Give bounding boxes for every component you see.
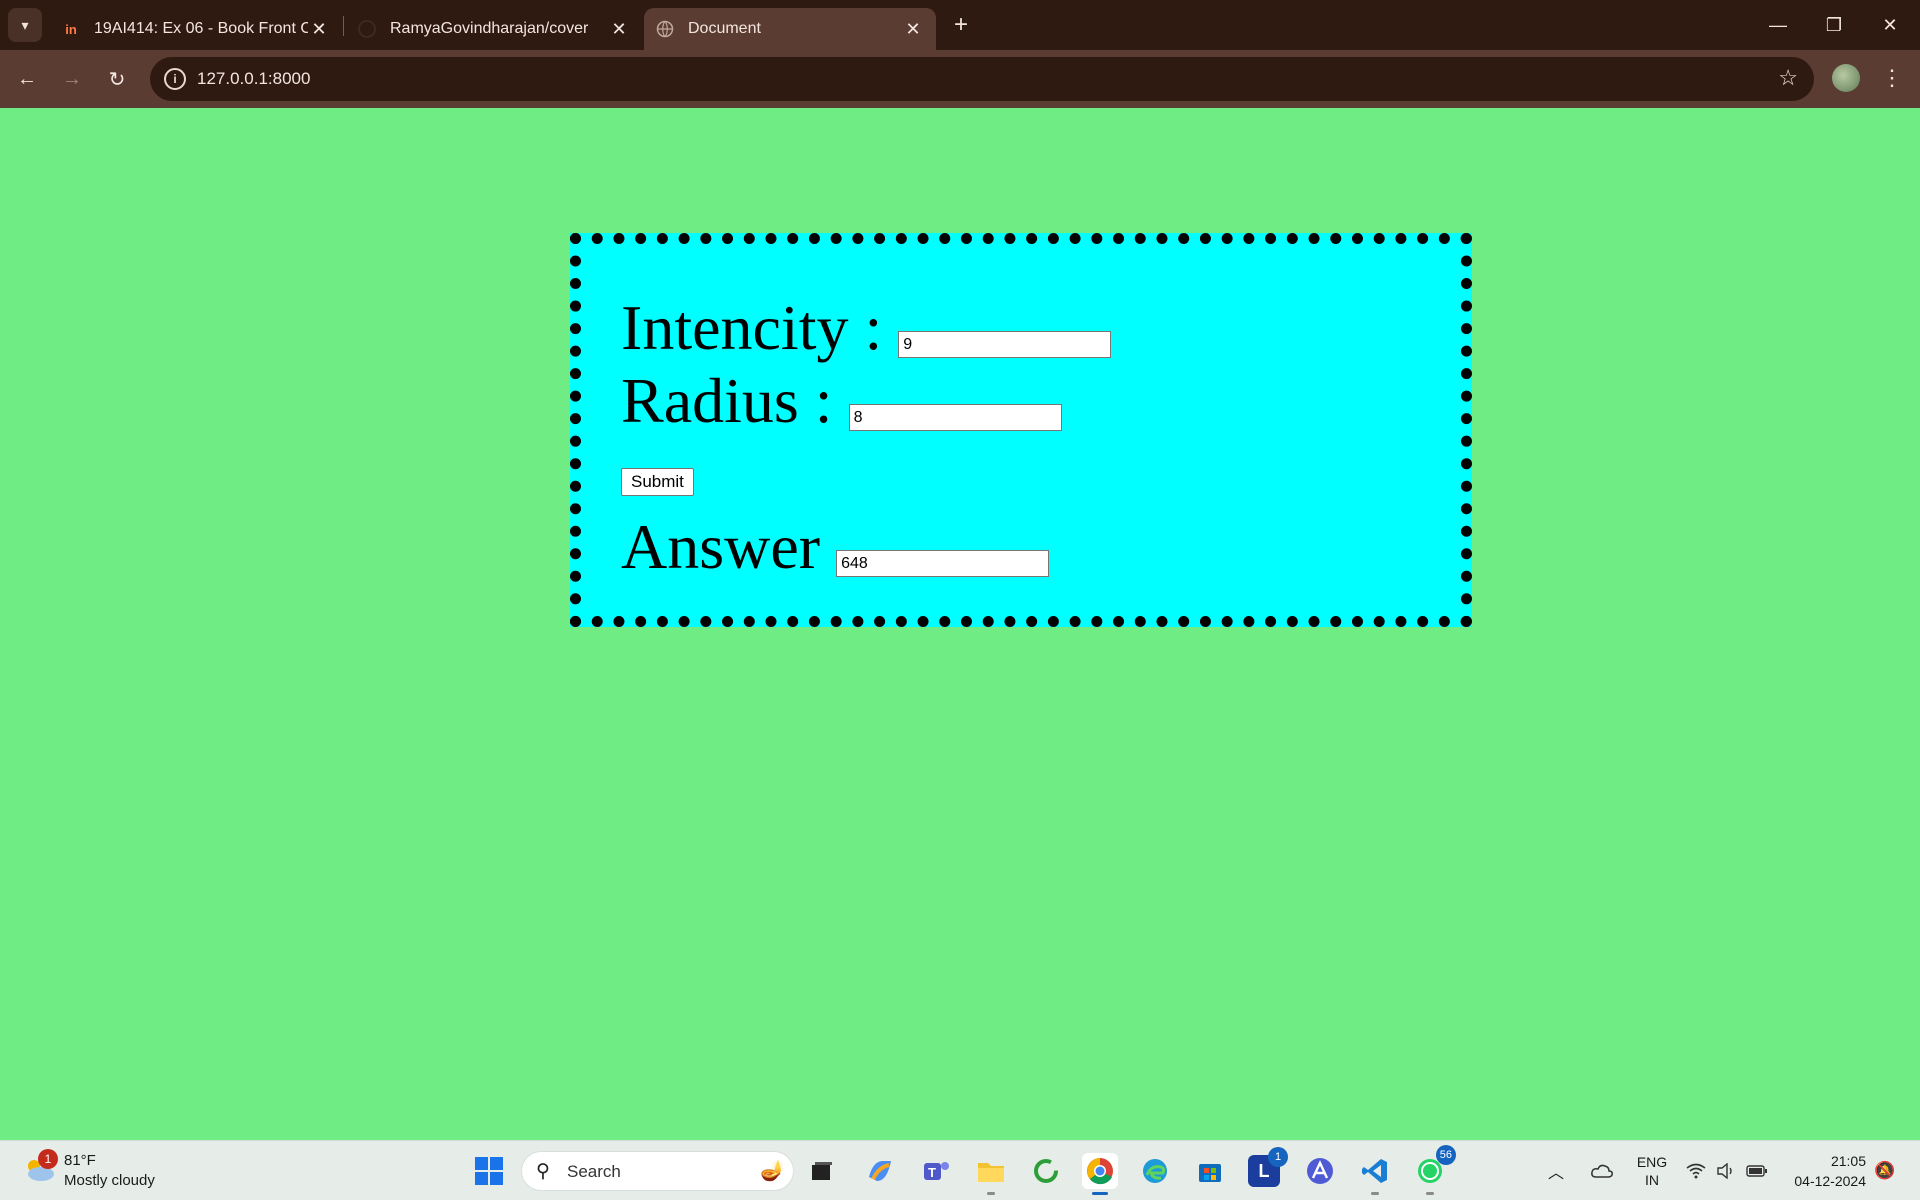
copilot-icon[interactable] <box>862 1153 898 1189</box>
browser-toolbar: ← → ↻ i 127.0.0.1:8000 ☆ ⋮ <box>0 50 1920 108</box>
github-icon <box>358 20 376 38</box>
profile-avatar[interactable] <box>1832 64 1860 92</box>
teams-icon[interactable]: T <box>918 1153 954 1189</box>
language-indicator[interactable]: ENG IN <box>1634 1141 1670 1200</box>
globe-icon <box>656 20 674 38</box>
running-indicator <box>1371 1192 1379 1195</box>
chrome-icon[interactable] <box>1082 1153 1118 1195</box>
circle-app-icon[interactable] <box>1028 1153 1064 1189</box>
onedrive-icon[interactable] <box>1590 1141 1614 1200</box>
intencity-input[interactable] <box>898 331 1112 358</box>
answer-output[interactable] <box>836 550 1050 577</box>
restore-button[interactable]: ❐ <box>1806 0 1862 50</box>
tab-github-cover[interactable]: RamyaGovindharajan/cover ✕ <box>346 8 642 50</box>
new-tab-button[interactable]: + <box>946 10 976 40</box>
l-letter: L <box>1258 1160 1270 1181</box>
site-info-icon[interactable]: i <box>164 68 186 90</box>
intencity-label: Intencity : <box>621 292 883 363</box>
clock-time: 21:05 <box>1830 1153 1866 1169</box>
close-icon[interactable]: ✕ <box>902 19 924 40</box>
radius-input[interactable] <box>848 404 1062 431</box>
task-view-icon[interactable] <box>804 1153 840 1189</box>
tab-title: RamyaGovindharajan/cover <box>390 20 589 37</box>
search-highlight-icon: 🪔 <box>760 1160 785 1182</box>
browser-menu-icon[interactable]: ⋮ <box>1880 62 1904 94</box>
tab-title: Document <box>688 20 761 37</box>
back-button[interactable]: ← <box>9 61 45 97</box>
language-line2: IN <box>1645 1172 1659 1188</box>
volume-icon[interactable] <box>1716 1141 1736 1200</box>
search-icon: ⚲ <box>536 1161 550 1182</box>
tab-search-button[interactable]: ▾ <box>8 8 42 42</box>
notifications-icon[interactable]: 🔕 <box>1874 1141 1895 1200</box>
tab-book-front-cover[interactable]: in 19AI414: Ex 06 - Book Front Co ✕ <box>50 8 342 50</box>
a-app-icon[interactable] <box>1302 1153 1338 1189</box>
tab-document[interactable]: Document ✕ <box>644 8 936 50</box>
form-card: Intencity : Radius : Submit Answer <box>570 233 1472 627</box>
windows-taskbar: 1 81°F Mostly cloudy ⚲ Search 🪔 T L 1 56… <box>0 1140 1920 1200</box>
weather-badge: 1 <box>38 1149 58 1169</box>
browser-titlebar: ▾ in 19AI414: Ex 06 - Book Front Co ✕ Ra… <box>0 0 1920 50</box>
vscode-icon[interactable] <box>1357 1153 1393 1195</box>
store-icon[interactable] <box>1192 1153 1228 1189</box>
submit-button[interactable]: Submit <box>621 468 694 496</box>
address-url[interactable]: 127.0.0.1:8000 <box>197 69 310 89</box>
edge-icon[interactable] <box>1137 1153 1173 1189</box>
address-bar[interactable]: i 127.0.0.1:8000 ☆ <box>150 57 1814 101</box>
running-indicator <box>1426 1192 1434 1195</box>
l-app-icon[interactable]: L 1 <box>1248 1147 1288 1187</box>
language-line1: ENG <box>1636 1154 1668 1170</box>
minimize-button[interactable]: — <box>1750 0 1806 50</box>
forward-button[interactable]: → <box>54 61 90 97</box>
weather-temp: 81°F <box>64 1152 96 1169</box>
wifi-icon[interactable] <box>1686 1141 1706 1200</box>
running-indicator <box>987 1192 995 1195</box>
chevron-up-icon: ︿ <box>1548 1165 1565 1182</box>
in-icon: in <box>65 21 77 37</box>
app-badge: 56 <box>1435 1145 1456 1165</box>
system-clock[interactable]: 21:05 04-12-2024 <box>1784 1151 1866 1191</box>
battery-icon[interactable] <box>1746 1141 1768 1200</box>
taskbar-search[interactable]: ⚲ Search 🪔 <box>521 1151 794 1191</box>
whatsapp-icon[interactable]: 56 <box>1412 1145 1456 1195</box>
weather-desc: Mostly cloudy <box>64 1172 155 1189</box>
close-icon[interactable]: ✕ <box>608 19 630 40</box>
answer-row: Answer <box>621 511 1050 582</box>
intencity-row: Intencity : <box>621 292 1112 363</box>
clock-date: 04-12-2024 <box>1794 1173 1866 1189</box>
close-window-button[interactable]: ✕ <box>1862 0 1918 50</box>
show-hidden-icons[interactable]: ︿ <box>1548 1141 1564 1200</box>
windows-start-icon[interactable] <box>471 1153 507 1189</box>
tab-title: 19AI414: Ex 06 - Book Front Co <box>94 20 308 37</box>
close-icon[interactable]: ✕ <box>308 19 330 40</box>
active-indicator <box>1092 1192 1108 1195</box>
answer-label: Answer <box>621 511 821 582</box>
bell-icon: 🔕 <box>1874 1161 1896 1180</box>
svg-text:T: T <box>928 1165 936 1180</box>
radius-label: Radius : <box>621 365 833 436</box>
tab-separator <box>343 16 344 36</box>
reload-button[interactable]: ↻ <box>99 61 135 97</box>
bookmark-star-icon[interactable]: ☆ <box>1778 65 1798 91</box>
app-badge: 1 <box>1268 1147 1288 1167</box>
search-placeholder: Search <box>567 1162 621 1181</box>
radius-row: Radius : <box>621 369 1062 433</box>
file-explorer-icon[interactable] <box>973 1153 1009 1195</box>
